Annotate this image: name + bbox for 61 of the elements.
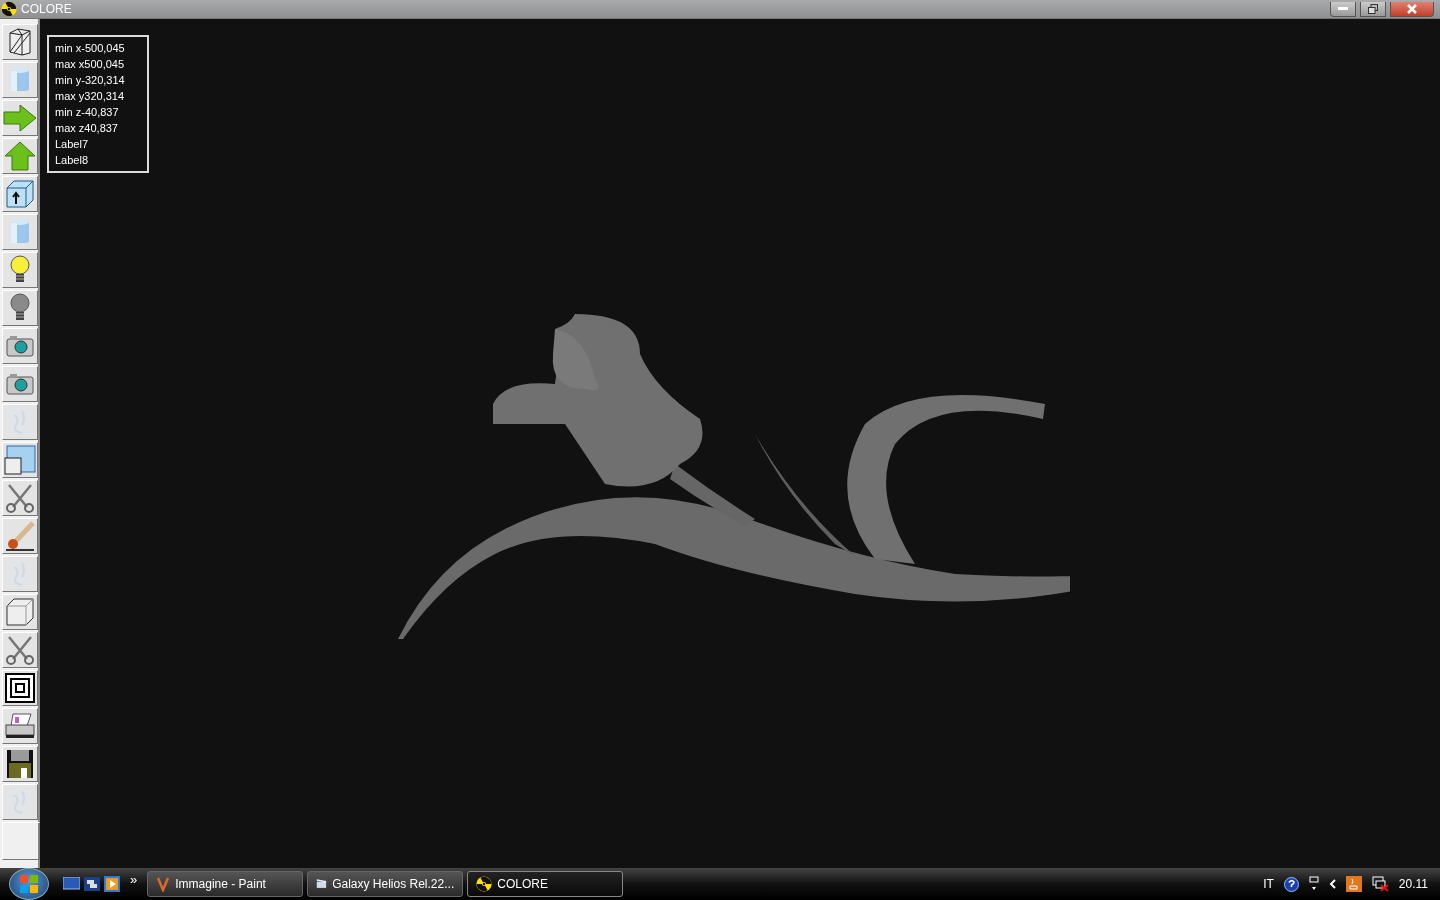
wireframe-box-icon [6, 27, 34, 57]
info-label: Label7 [55, 137, 90, 152]
quick-launch-button[interactable] [104, 876, 120, 892]
desktop-icon [63, 877, 80, 891]
toolbar-button[interactable] [2, 24, 38, 60]
info-label: max y320,314 [55, 89, 126, 104]
info-label: min z-40,837 [55, 105, 120, 120]
play-icon [104, 876, 120, 892]
chevron-left-icon[interactable] [1328, 879, 1336, 889]
start-button[interactable] [9, 868, 49, 900]
overlapping-windows-icon [4, 445, 36, 475]
info-label: Label8 [55, 153, 90, 168]
toolbar-button[interactable] [2, 670, 38, 706]
restore-icon [1368, 3, 1378, 14]
paint-brush-icon [4, 521, 36, 551]
windows-logo-icon [20, 875, 38, 893]
toolbar-button[interactable] [2, 518, 38, 554]
quick-launch-button[interactable] [84, 877, 100, 891]
minimize-icon [1338, 6, 1348, 11]
network-disconnected-icon[interactable] [1371, 876, 1389, 892]
taskbar-button[interactable]: COLORE [467, 871, 624, 897]
radiation-icon [1, 1, 17, 17]
cube-icon [5, 597, 35, 627]
info-label: min y-320,314 [55, 73, 126, 88]
close-button[interactable] [1390, 1, 1434, 17]
more-button[interactable]: » [124, 871, 144, 887]
windows-switch-icon [84, 877, 100, 891]
windows-icon[interactable] [1308, 876, 1319, 892]
toolbar-button[interactable] [2, 746, 38, 782]
printer-icon [5, 713, 35, 739]
toolbar-button[interactable] [2, 366, 38, 402]
info-label: max z40,837 [55, 121, 119, 136]
clapperboard-icon [316, 878, 328, 890]
close-icon [1407, 3, 1417, 14]
scissors-icon [5, 635, 35, 665]
language-indicator[interactable]: IT [1263, 877, 1274, 891]
restore-button[interactable] [1360, 1, 1386, 17]
taskbar-button[interactable]: Galaxy Helios Rel.22... [307, 871, 464, 897]
window-title: COLORE [21, 2, 72, 16]
taskbar-button[interactable]: Immagine - Paint [147, 871, 304, 897]
info-label: min x-500,045 [55, 41, 126, 56]
toolbar-button[interactable] [2, 290, 38, 326]
light-bulb-icon [9, 255, 31, 285]
info-label: max x500,045 [55, 57, 126, 72]
camera-icon [6, 334, 34, 358]
toolbar-button[interactable] [2, 252, 38, 288]
toolbar-button[interactable] [2, 328, 38, 364]
light-bulb-icon [9, 293, 31, 323]
scissors-icon [5, 483, 35, 513]
clock: 20.11 [1398, 877, 1428, 891]
help-icon[interactable] [1283, 876, 1299, 892]
toolbar-button[interactable] [2, 708, 38, 744]
quick-launch-button[interactable] [63, 877, 80, 891]
box-with-arrow-icon [5, 179, 35, 209]
radiation-icon [476, 876, 493, 892]
minimize-button[interactable] [1330, 1, 1356, 17]
concentric-squares-icon [5, 673, 35, 703]
right-arrow-icon [3, 104, 37, 132]
up-arrow-icon [4, 141, 36, 171]
toolbar-button[interactable] [2, 176, 38, 212]
camera-icon [6, 372, 34, 396]
